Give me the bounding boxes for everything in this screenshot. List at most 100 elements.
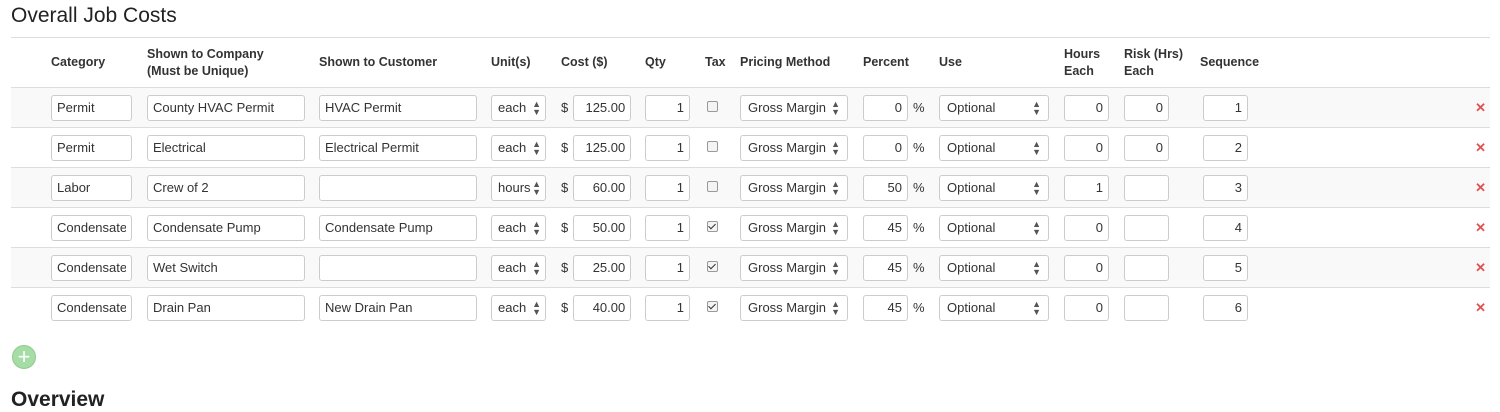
currency-symbol: $ xyxy=(561,140,569,155)
delete-row-button[interactable]: ✕ xyxy=(1260,127,1490,168)
sequence-input[interactable] xyxy=(1203,94,1248,121)
header-company-line1: Shown to Company xyxy=(147,46,264,61)
company-name-input[interactable] xyxy=(147,254,305,281)
use-select[interactable]: Optional ▲ ▼ xyxy=(939,254,1049,281)
select-arrows-icon: ▲ ▼ xyxy=(831,178,840,197)
tax-checkbox[interactable] xyxy=(707,101,718,112)
qty-input[interactable] xyxy=(645,214,690,241)
add-row-button[interactable]: + xyxy=(12,345,36,369)
delete-row-button[interactable]: ✕ xyxy=(1260,87,1490,128)
risk-hours-input[interactable] xyxy=(1124,134,1169,161)
use-select[interactable]: Optional ▲ ▼ xyxy=(939,174,1049,201)
cost-input[interactable] xyxy=(573,294,632,321)
company-name-input[interactable] xyxy=(147,294,305,321)
hours-each-input[interactable] xyxy=(1064,214,1109,241)
currency-symbol: $ xyxy=(561,180,569,195)
pricing-method-select[interactable]: Gross Margin ▲ ▼ xyxy=(740,94,848,121)
unit-select[interactable]: hours ▲ ▼ xyxy=(491,174,546,201)
sequence-input[interactable] xyxy=(1203,134,1248,161)
company-name-input[interactable] xyxy=(147,214,305,241)
tax-checkbox[interactable] xyxy=(707,221,718,232)
hours-each-input[interactable] xyxy=(1064,254,1109,281)
delete-row-button[interactable]: ✕ xyxy=(1260,207,1490,248)
use-select[interactable]: Optional ▲ ▼ xyxy=(939,94,1049,121)
table-row: each ▲▼ $ Gross Margin ▲▼ % Optional ▲▼ ✕ xyxy=(11,207,1490,248)
use-select[interactable]: Optional ▲ ▼ xyxy=(939,294,1049,321)
pricing-method-select[interactable]: Gross Margin ▲ ▼ xyxy=(740,134,848,161)
tax-checkbox[interactable] xyxy=(707,261,718,272)
tax-checkbox[interactable] xyxy=(707,141,718,152)
cost-input[interactable] xyxy=(573,94,632,121)
cost-input[interactable] xyxy=(573,134,632,161)
qty-input[interactable] xyxy=(645,134,690,161)
pricing-method-select[interactable]: Gross Margin ▲ ▼ xyxy=(740,294,848,321)
delete-row-button[interactable]: ✕ xyxy=(1260,247,1490,288)
pricing-method-select[interactable]: Gross Margin ▲ ▼ xyxy=(740,174,848,201)
category-input[interactable] xyxy=(51,254,132,281)
qty-input[interactable] xyxy=(645,174,690,201)
cost-input[interactable] xyxy=(573,214,632,241)
use-value: Optional xyxy=(947,300,996,315)
hours-each-input[interactable] xyxy=(1064,94,1109,121)
customer-name-input[interactable] xyxy=(319,174,477,201)
use-value: Optional xyxy=(947,260,996,275)
customer-name-input[interactable] xyxy=(319,214,477,241)
company-name-input[interactable] xyxy=(147,94,305,121)
hours-each-input[interactable] xyxy=(1064,134,1109,161)
qty-input[interactable] xyxy=(645,294,690,321)
sequence-input[interactable] xyxy=(1203,294,1248,321)
category-input[interactable] xyxy=(51,214,132,241)
cost-input[interactable] xyxy=(573,254,632,281)
sequence-input[interactable] xyxy=(1203,174,1248,201)
category-input[interactable] xyxy=(51,174,132,201)
plus-circle-icon: + xyxy=(17,344,31,369)
delete-row-button[interactable]: ✕ xyxy=(1260,287,1490,327)
percent-input[interactable] xyxy=(863,174,908,201)
tax-checkbox[interactable] xyxy=(707,301,718,312)
header-category: Category xyxy=(47,37,143,88)
unit-select[interactable]: each ▲ ▼ xyxy=(491,94,546,121)
unit-select[interactable]: each ▲ ▼ xyxy=(491,294,546,321)
tax-checkbox[interactable] xyxy=(707,181,718,192)
risk-hours-input[interactable] xyxy=(1124,94,1169,121)
use-select[interactable]: Optional ▲ ▼ xyxy=(939,134,1049,161)
unit-select[interactable]: each ▲ ▼ xyxy=(491,254,546,281)
percent-input[interactable] xyxy=(863,294,908,321)
pricing-method-select[interactable]: Gross Margin ▲ ▼ xyxy=(740,254,848,281)
cost-input[interactable] xyxy=(573,174,632,201)
risk-hours-input[interactable] xyxy=(1124,254,1169,281)
percent-symbol: % xyxy=(913,100,925,115)
customer-name-input[interactable] xyxy=(319,254,477,281)
risk-hours-input[interactable] xyxy=(1124,174,1169,201)
risk-hours-input[interactable] xyxy=(1124,214,1169,241)
customer-name-input[interactable] xyxy=(319,294,477,321)
header-risk-line2: Each xyxy=(1124,63,1154,78)
unit-select[interactable]: each ▲ ▼ xyxy=(491,134,546,161)
percent-input[interactable] xyxy=(863,214,908,241)
unit-select[interactable]: each ▲ ▼ xyxy=(491,214,546,241)
customer-name-input[interactable] xyxy=(319,134,477,161)
pricing-method-select[interactable]: Gross Margin ▲ ▼ xyxy=(740,214,848,241)
company-name-input[interactable] xyxy=(147,174,305,201)
qty-input[interactable] xyxy=(645,94,690,121)
row-spacer xyxy=(11,287,47,327)
qty-input[interactable] xyxy=(645,254,690,281)
percent-input[interactable] xyxy=(863,94,908,121)
category-input[interactable] xyxy=(51,294,132,321)
delete-row-button[interactable]: ✕ xyxy=(1260,167,1490,208)
percent-input[interactable] xyxy=(863,134,908,161)
company-name-input[interactable] xyxy=(147,134,305,161)
sequence-input[interactable] xyxy=(1203,254,1248,281)
table-row: hours▲▼ $ Gross Margin▲▼ % Optional▲▼ ✕ xyxy=(11,167,1490,208)
sequence-input[interactable] xyxy=(1203,214,1248,241)
hours-each-input[interactable] xyxy=(1064,174,1109,201)
use-select[interactable]: Optional ▲ ▼ xyxy=(939,214,1049,241)
hours-each-input[interactable] xyxy=(1064,294,1109,321)
risk-hours-input[interactable] xyxy=(1124,294,1169,321)
category-input[interactable] xyxy=(51,94,132,121)
customer-name-input[interactable] xyxy=(319,94,477,121)
pricing-method-value: Gross Margin xyxy=(748,180,827,195)
percent-symbol: % xyxy=(913,220,925,235)
category-input[interactable] xyxy=(51,134,132,161)
percent-input[interactable] xyxy=(863,254,908,281)
